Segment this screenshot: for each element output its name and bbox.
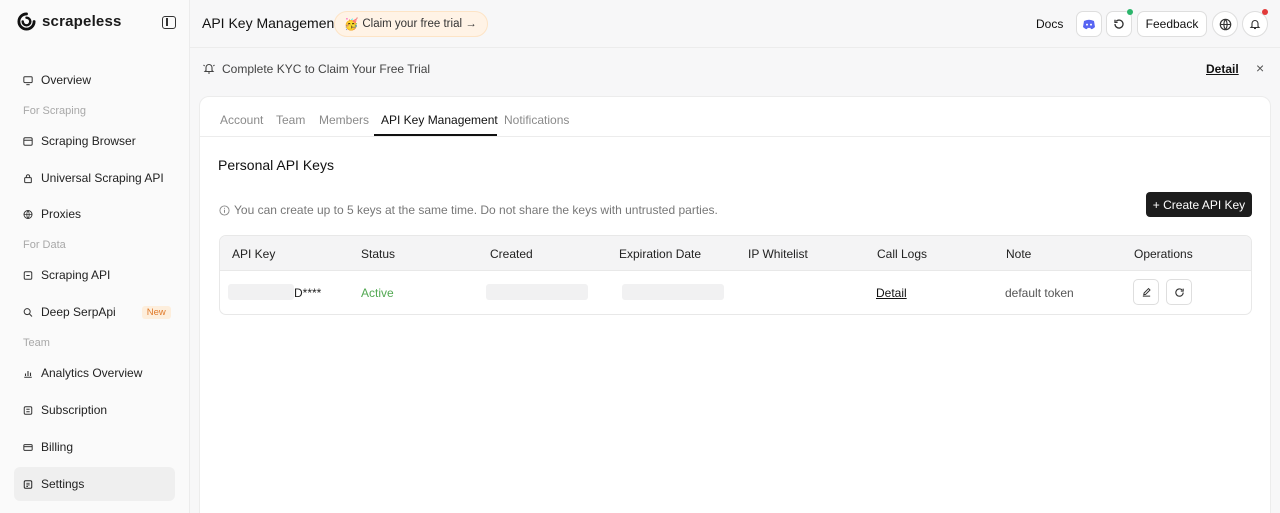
info-text: You can create up to 5 keys at the same … xyxy=(234,203,718,217)
sidebar-item-universal-scraping-api[interactable]: Universal Scraping API xyxy=(14,161,175,195)
refresh-icon xyxy=(1114,19,1124,29)
settings-tabs: Account Team Members API Key Management … xyxy=(200,97,1270,137)
search-icon xyxy=(23,307,33,317)
scrapeless-logo-icon xyxy=(17,12,36,31)
sidebar-item-label: Subscription xyxy=(41,403,108,417)
kyc-detail-link[interactable]: Detail xyxy=(1206,62,1239,76)
tab-team[interactable]: Team xyxy=(276,113,305,127)
online-dot xyxy=(1127,9,1133,15)
refresh-icon xyxy=(1174,287,1184,297)
sidebar-item-scraping-browser[interactable]: Scraping Browser xyxy=(14,124,175,158)
column-header: API Key xyxy=(232,247,276,261)
redacted-key-mask xyxy=(228,284,294,300)
create-api-key-button[interactable]: + Create API Key xyxy=(1146,192,1252,217)
discord-button[interactable] xyxy=(1076,11,1102,37)
tab-notifications[interactable]: Notifications xyxy=(504,113,569,127)
sidebar-item-label: Analytics Overview xyxy=(41,366,143,380)
tab-api-key-management[interactable]: API Key Management xyxy=(381,113,498,127)
sidebar-item-analytics-overview[interactable]: Analytics Overview xyxy=(14,356,175,390)
table-header: API Key Status Created Expiration Date I… xyxy=(220,236,1251,271)
bell-icon xyxy=(1249,20,1261,30)
close-icon[interactable]: × xyxy=(1256,60,1264,76)
status-badge: Active xyxy=(361,286,394,300)
call-logs-detail-link[interactable]: Detail xyxy=(876,286,907,300)
globe-icon xyxy=(1219,18,1231,30)
column-header: Call Logs xyxy=(877,247,928,261)
settings-card: Account Team Members API Key Management … xyxy=(199,96,1271,513)
regenerate-key-button[interactable] xyxy=(1166,279,1192,305)
info-icon xyxy=(219,204,230,216)
refresh-status-button[interactable] xyxy=(1106,9,1133,37)
sidebar-item-label: Scraping Browser xyxy=(41,134,136,148)
feedback-button[interactable]: Feedback xyxy=(1137,11,1207,37)
brand-name: scrapeless xyxy=(42,13,122,30)
docs-link[interactable]: Docs xyxy=(1036,17,1063,31)
column-header: Expiration Date xyxy=(619,247,702,261)
sidebar-item-scraping-api[interactable]: Scraping API xyxy=(14,258,175,292)
sidebar-item-overview[interactable]: Overview xyxy=(14,63,175,97)
sidebar-collapse-icon[interactable] xyxy=(162,16,176,29)
api-key-value[interactable]: D**** xyxy=(294,286,321,300)
subscription-icon xyxy=(23,405,33,415)
api-icon xyxy=(23,270,33,280)
sidebar-item-label: Overview xyxy=(41,73,92,87)
redacted-expiration-mask xyxy=(622,284,724,300)
active-tab-indicator xyxy=(374,134,497,136)
tab-account[interactable]: Account xyxy=(220,113,263,127)
chart-icon xyxy=(23,368,33,378)
note-value: default token xyxy=(1005,286,1074,300)
notifications-button[interactable] xyxy=(1242,9,1268,37)
section-label-for-data: For Data xyxy=(23,239,66,251)
sidebar-item-billing[interactable]: Billing xyxy=(14,430,175,464)
sidebar-item-deep-serpapi[interactable]: Deep SerpApi New xyxy=(14,295,175,329)
discord-icon xyxy=(1083,19,1095,29)
top-bar: API Key Management 🥳 Claim your free tri… xyxy=(190,0,1280,47)
sidebar-item-label: Scraping API xyxy=(41,268,111,282)
column-header: Note xyxy=(1006,247,1032,261)
language-button[interactable] xyxy=(1212,11,1238,37)
globe-icon xyxy=(23,209,33,219)
section-label-team: Team xyxy=(23,337,50,349)
sidebar-item-label: Billing xyxy=(41,440,74,454)
sidebar-item-label: Settings xyxy=(41,477,85,491)
party-emoji-icon: 🥳 xyxy=(344,19,359,31)
claim-trial-label: Claim your free trial → xyxy=(362,18,477,30)
column-header: IP Whitelist xyxy=(748,247,808,261)
browser-icon xyxy=(23,136,33,146)
claim-trial-button[interactable]: 🥳 Claim your free trial → xyxy=(334,11,488,37)
notification-dot xyxy=(1262,9,1268,15)
sidebar-item-label: Universal Scraping API xyxy=(41,171,164,185)
kyc-message: Complete KYC to Claim Your Free Trial xyxy=(222,62,431,76)
billing-icon xyxy=(23,442,33,452)
column-header: Operations xyxy=(1134,247,1193,261)
redacted-created-mask xyxy=(486,284,588,300)
page-title: API Key Management xyxy=(202,15,339,31)
section-title: Personal API Keys xyxy=(218,157,334,173)
section-label-for-scraping: For Scraping xyxy=(23,105,86,117)
lock-icon xyxy=(23,173,33,183)
column-header: Created xyxy=(490,247,533,261)
info-line: You can create up to 5 keys at the same … xyxy=(219,203,718,217)
tab-members[interactable]: Members xyxy=(319,113,369,127)
new-badge: New xyxy=(141,305,171,319)
monitor-icon xyxy=(23,75,33,85)
sidebar-item-settings[interactable]: Settings xyxy=(14,467,175,501)
kyc-banner: Complete KYC to Claim Your Free Trial De… xyxy=(190,47,1280,89)
api-keys-table: API Key Status Created Expiration Date I… xyxy=(219,235,1252,315)
sidebar-item-subscription[interactable]: Subscription xyxy=(14,393,175,427)
column-header: Status xyxy=(361,247,396,261)
edit-key-button[interactable] xyxy=(1133,279,1159,305)
brand-logo[interactable]: scrapeless xyxy=(17,12,122,31)
sidebar-item-label: Proxies xyxy=(41,207,82,221)
sidebar: scrapeless Overview For Scraping Scrapin… xyxy=(0,0,190,513)
bell-ringing-icon xyxy=(202,61,216,78)
sidebar-item-label: Deep SerpApi xyxy=(41,305,116,319)
sidebar-item-proxies[interactable]: Proxies xyxy=(14,197,175,231)
edit-icon xyxy=(1142,287,1151,297)
settings-icon xyxy=(23,479,33,489)
